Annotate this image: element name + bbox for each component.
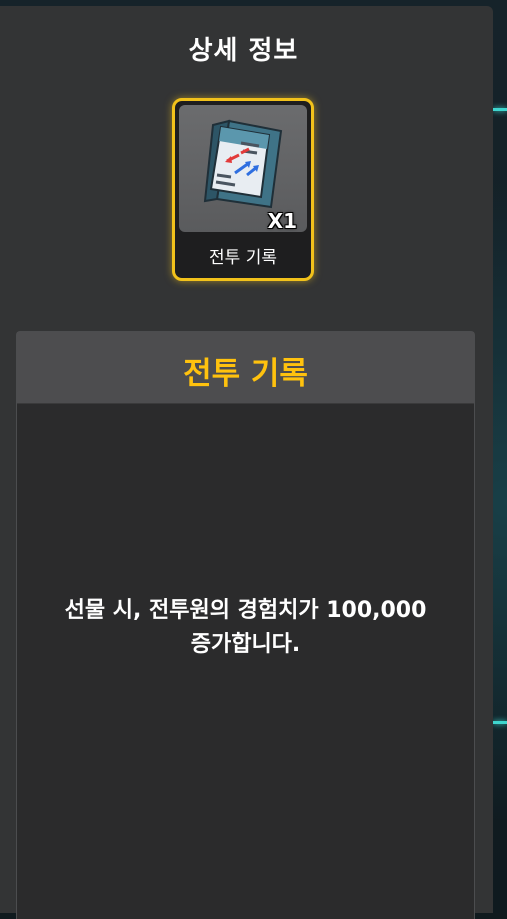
description-title: 전투 기록 bbox=[183, 356, 308, 392]
item-name: 전투 기록 bbox=[209, 248, 277, 268]
item-card[interactable]: X1 전투 기록 bbox=[172, 98, 314, 281]
background-glow-line bbox=[493, 721, 507, 724]
panel-title: 상세 정보 bbox=[188, 36, 299, 66]
background-glow-line bbox=[493, 108, 507, 111]
description-text: 선물 시, 전투원의 경험치가 100,000 증가합니다. bbox=[64, 598, 427, 657]
detail-panel: 상세 정보 X1 전투 기록 전투 기록 선물 시, 전투원의 경험치가 100… bbox=[0, 6, 493, 919]
item-icon-frame: X1 bbox=[179, 105, 307, 233]
battle-record-book-icon bbox=[203, 119, 283, 209]
description-header: 전투 기록 bbox=[17, 332, 474, 404]
item-quantity: X1 bbox=[267, 209, 297, 233]
description-box: 전투 기록 선물 시, 전투원의 경험치가 100,000 증가합니다. bbox=[16, 331, 475, 919]
